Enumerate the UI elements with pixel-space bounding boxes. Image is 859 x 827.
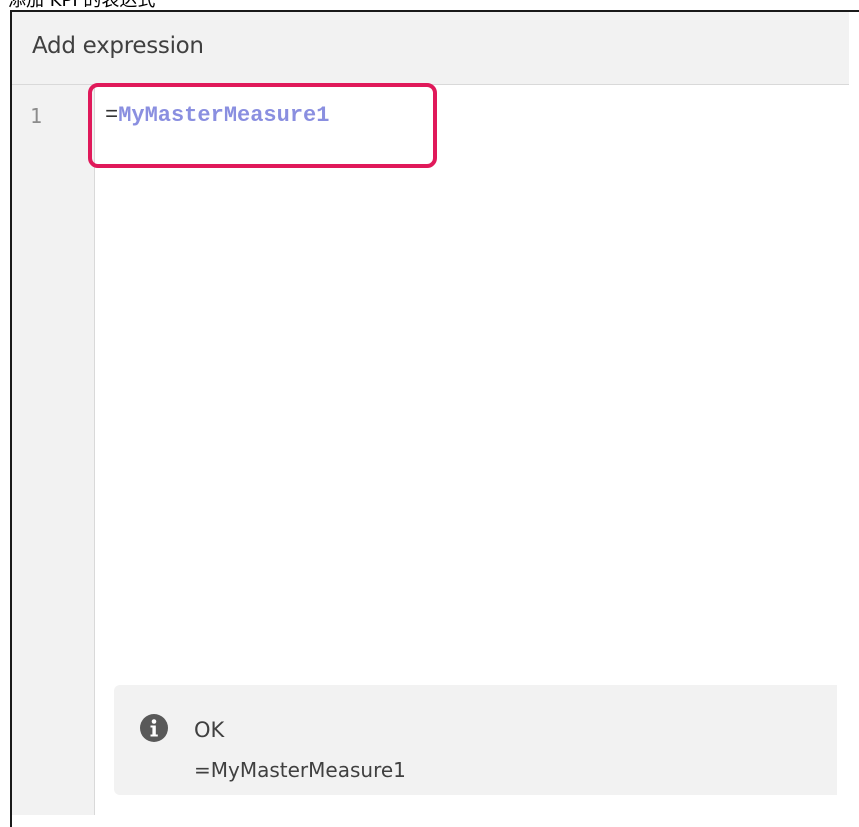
line-number-gutter [12,85,95,815]
code-line[interactable]: =MyMasterMeasure1 [105,103,329,129]
dialog-title: Add expression [32,33,204,59]
status-expression: =MyMasterMeasure1 [194,758,406,782]
equals-operator: = [105,103,119,128]
measure-reference: MyMasterMeasure1 [118,103,330,128]
info-icon [140,714,168,742]
dialog-header: Add expression [12,12,849,85]
figure-caption: 添加 KPI 的表达式 [8,0,156,11]
line-number: 1 [30,104,43,128]
status-title: OK [194,718,225,742]
